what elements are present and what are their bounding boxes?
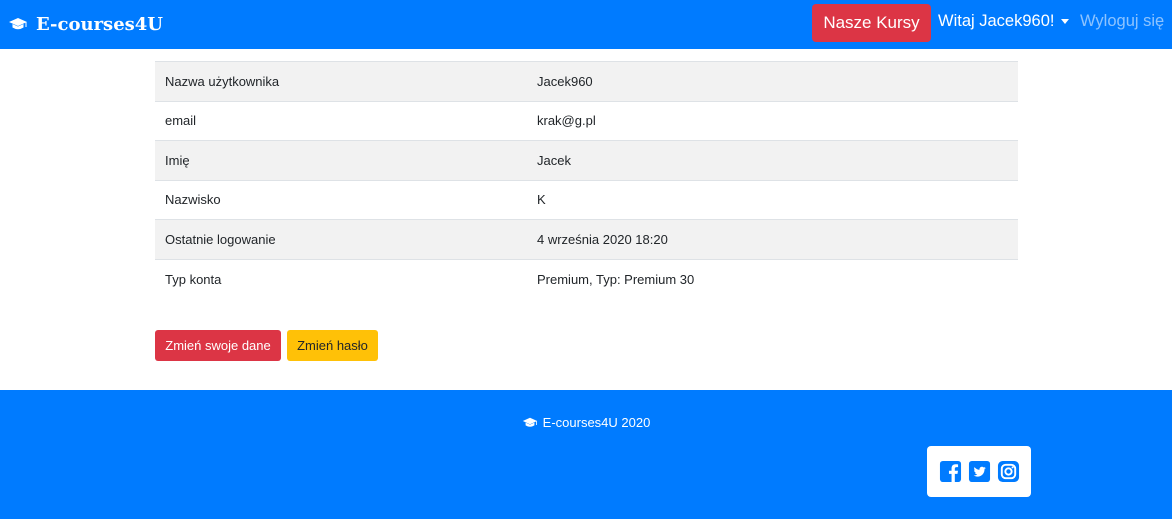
profile-table: Nazwa użytkownika Jacek960 email krak@g.… bbox=[155, 61, 1018, 299]
table-row: Nazwa użytkownika Jacek960 bbox=[155, 61, 1018, 101]
footer: E-courses4U 2020 bbox=[0, 390, 1172, 519]
row-value-last-login: 4 września 2020 18:20 bbox=[527, 219, 1018, 259]
table-row: Imię Jacek bbox=[155, 140, 1018, 180]
row-value-first-name: Jacek bbox=[527, 140, 1018, 180]
instagram-icon[interactable] bbox=[997, 460, 1020, 483]
social-links bbox=[927, 446, 1031, 497]
table-row: Typ konta Premium, Typ: Premium 30 bbox=[155, 258, 1018, 299]
logout-link[interactable]: Wyloguj się bbox=[1080, 0, 1164, 42]
row-label-email: email bbox=[155, 100, 527, 141]
change-password-button[interactable]: Zmień hasło bbox=[287, 330, 378, 361]
table-row: Ostatnie logowanie 4 września 2020 18:20 bbox=[155, 219, 1018, 259]
edit-data-button[interactable]: Zmień swoje dane bbox=[155, 330, 281, 361]
graduation-cap-icon bbox=[8, 17, 28, 32]
footer-copyright: E-courses4U 2020 bbox=[0, 415, 1172, 430]
graduation-cap-icon bbox=[522, 417, 538, 429]
row-value-last-name: K bbox=[527, 179, 1018, 220]
row-label-first-name: Imię bbox=[155, 140, 527, 180]
row-label-last-login: Ostatnie logowanie bbox=[155, 219, 527, 259]
table-row: email krak@g.pl bbox=[155, 100, 1018, 141]
table-row: Nazwisko K bbox=[155, 179, 1018, 220]
row-value-username: Jacek960 bbox=[527, 61, 1018, 101]
copyright-text: E-courses4U 2020 bbox=[542, 415, 651, 430]
brand-name: E-courses4U bbox=[36, 14, 164, 35]
top-navbar: E-courses4U Nasze Kursy Witaj Jacek960! … bbox=[0, 0, 1172, 49]
row-label-last-name: Nazwisko bbox=[155, 179, 527, 220]
our-courses-button[interactable]: Nasze Kursy bbox=[812, 4, 931, 42]
brand-link[interactable]: E-courses4U bbox=[8, 0, 163, 49]
user-greeting: Witaj Jacek960! bbox=[938, 11, 1055, 30]
facebook-icon[interactable] bbox=[939, 460, 962, 483]
row-label-username: Nazwa użytkownika bbox=[155, 61, 527, 101]
row-label-account-type: Typ konta bbox=[155, 258, 527, 299]
twitter-icon[interactable] bbox=[968, 460, 991, 483]
row-value-account-type: Premium, Typ: Premium 30 bbox=[527, 258, 1018, 299]
row-value-email: krak@g.pl bbox=[527, 100, 1018, 141]
user-menu-dropdown[interactable]: Witaj Jacek960! bbox=[938, 0, 1070, 42]
caret-down-icon bbox=[1061, 18, 1070, 24]
